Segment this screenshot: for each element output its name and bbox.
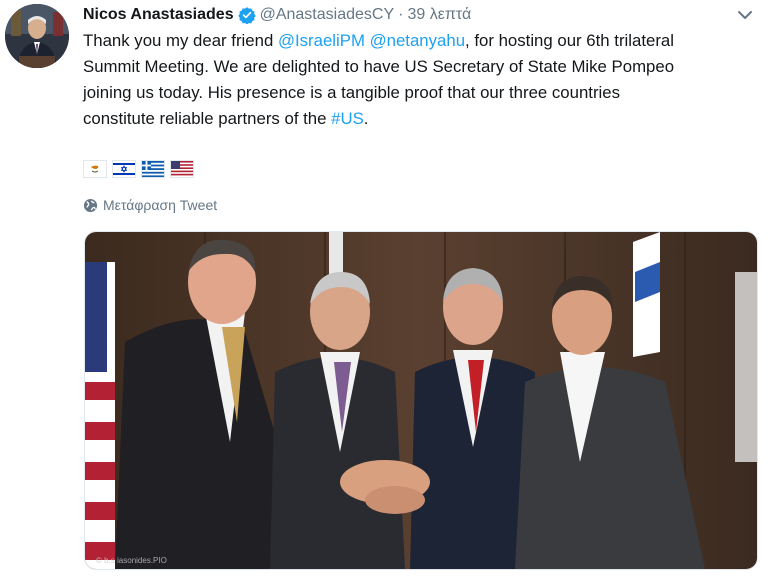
tweet-text: Thank you my dear friend @IsraeliPM @net… (83, 28, 753, 132)
mention-link[interactable]: @netanyahu (370, 31, 465, 50)
photo-credit: © b.s iasonides.PIO (96, 556, 167, 565)
tweet-text-line: Summit Meeting. We are delighted to have… (83, 57, 675, 76)
greece-flag-icon (141, 160, 165, 178)
usa-flag-icon (170, 160, 194, 178)
avatar[interactable] (5, 4, 69, 68)
author-handle[interactable]: @AnastasiadesCY (260, 6, 395, 24)
cyprus-flag-icon (83, 160, 107, 178)
header-separator: · (398, 6, 404, 23)
text-segment: constitute reliable partners of the (83, 109, 332, 128)
chevron-down-icon[interactable] (736, 6, 754, 24)
author-name[interactable]: Nicos Anastasiades (83, 6, 234, 24)
globe-icon (83, 198, 98, 212)
hashtag-link[interactable]: #US (331, 109, 364, 128)
mention-link[interactable]: @IsraeliPM (278, 31, 365, 50)
tweet-card: Nicos Anastasiades @AnastasiadesCY · 39 … (0, 0, 770, 587)
tweet-text-line: constitute reliable partners of the #US. (83, 106, 753, 132)
tweet-text-line: Thank you my dear friend @IsraeliPM @net… (83, 28, 753, 54)
tweet-text-line: joining us today. His presence is a tang… (83, 83, 620, 102)
israel-flag-icon (112, 160, 136, 178)
tweet-timestamp[interactable]: 39 λεπτά (407, 6, 471, 24)
text-segment: . (363, 109, 369, 128)
text-segment: , for hosting our 6th trilateral (465, 31, 674, 50)
verified-badge-icon (237, 6, 256, 25)
text-segment: Thank you my dear friend (83, 31, 278, 50)
tweet-header: Nicos Anastasiades @AnastasiadesCY · 39 … (83, 4, 471, 26)
translate-tweet-link[interactable]: Μετάφραση Tweet (83, 197, 217, 213)
translate-label: Μετάφραση Tweet (103, 197, 218, 213)
tweet-photo[interactable] (84, 231, 758, 570)
flag-emoji-row (83, 160, 194, 178)
